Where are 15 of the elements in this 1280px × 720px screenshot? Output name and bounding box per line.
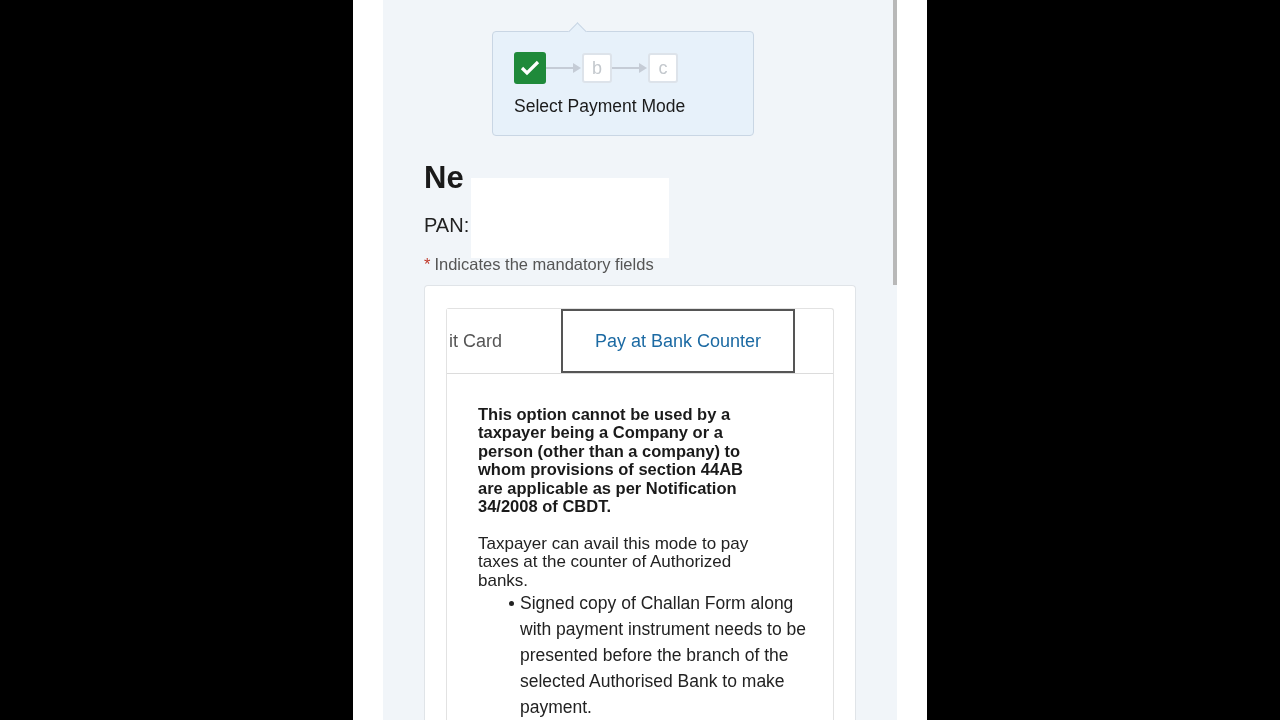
- bullet-text: Signed copy of Challan Form along with payment instrument needs to be presented before the branch of the selected Authorised Bank to make payment.: [520, 592, 807, 719]
- step-marker: c: [648, 53, 678, 83]
- page-heading: Ne: [424, 160, 465, 197]
- payment-tab[interactable]: Pay at Bank Counter: [561, 309, 795, 374]
- bullet-icon: [509, 601, 514, 606]
- description-text: Taxpayer can avail this mode to pay taxes at the counter of Authorized banks.: [478, 534, 750, 590]
- arrow-icon: [612, 62, 648, 74]
- step-title: Select Payment Mode: [514, 96, 687, 117]
- pan-label: PAN:: [424, 214, 471, 238]
- notice-text: This option cannot be used by a taxpayer being a Company or a person (other than a company) to whom provisions of section 44AB are applicable as per Notification 34/2008 of CBDT.: [478, 405, 744, 516]
- required-mark: *: [424, 255, 431, 274]
- arrow-icon: [546, 62, 582, 74]
- scrollbar[interactable]: [893, 0, 897, 285]
- mandatory-note: Indicates the mandatory fields: [434, 255, 654, 274]
- step-marker: b: [582, 53, 612, 83]
